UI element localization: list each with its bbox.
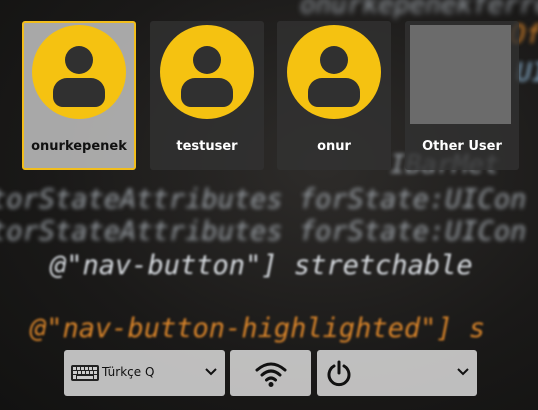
user-tile-onur[interactable]: onur [277,21,391,170]
chevron-down-icon [205,368,217,376]
power-menu-button[interactable] [317,350,477,396]
keyboard-layout-button[interactable]: Türkçe Q [64,350,225,396]
user-avatar-icon [287,25,381,119]
wifi-icon [255,362,287,387]
wallpaper-code-line: torStateAttributes forState:UICon [0,184,527,215]
user-name: onurkepenek [31,139,127,154]
user-name: testuser [176,139,238,154]
user-avatar-icon [32,25,126,119]
wallpaper-code-line: onurkepenekferrectorno [300,0,538,20]
wallpaper-code-line: @"nav-button"] stretchable [50,250,473,281]
user-tile-other-user[interactable]: Other User [405,21,519,170]
user-tile-testuser[interactable]: testuser [150,21,264,170]
user-name: onur [317,139,351,154]
wallpaper-code-line: @"nav-button-highlighted"] s [30,313,486,344]
network-button[interactable] [230,350,311,396]
blank-avatar [410,25,511,124]
power-icon [327,360,351,387]
chevron-down-icon [457,368,469,376]
user-avatar-icon [160,25,254,119]
user-name: Other User [422,139,502,154]
user-tile-onurkepenek[interactable]: onurkepenek [22,21,136,170]
wallpaper-code-line: torStateAttributes forState:UICon [0,216,527,247]
keyboard-icon [71,365,99,381]
wallpaper-code-line: UI [516,58,538,88]
keyboard-layout-label: Türkçe Q [102,365,155,379]
